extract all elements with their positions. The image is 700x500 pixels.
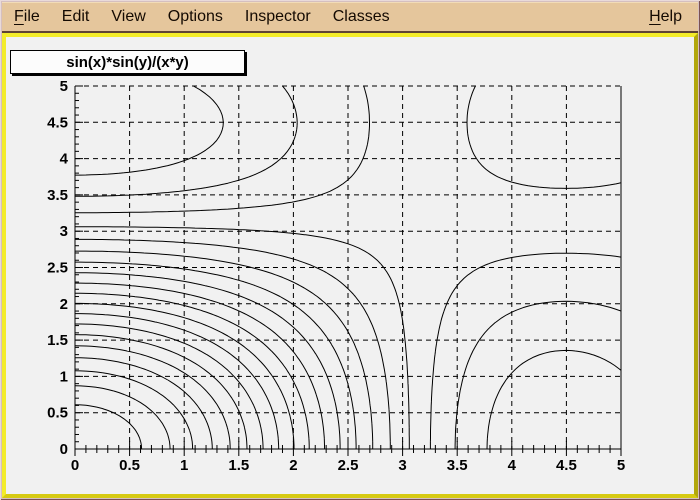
svg-text:3: 3 — [398, 457, 406, 474]
svg-text:3: 3 — [60, 223, 68, 240]
svg-text:1: 1 — [180, 457, 188, 474]
svg-text:0: 0 — [60, 441, 68, 458]
svg-text:2: 2 — [60, 296, 68, 313]
menu-edit[interactable]: Edit — [51, 2, 101, 31]
svg-text:3.5: 3.5 — [447, 457, 468, 474]
contour-plot[interactable]: 0 0.5 1 1.5 2 2.5 3 3.5 4 4.5 5 0 0.5 1 1.5 2 2.5 3 3.5 4 4.… — [6, 37, 694, 496]
menu-inspector[interactable]: Inspector — [234, 2, 322, 31]
svg-text:1.5: 1.5 — [47, 332, 68, 349]
root-canvas-window: File Edit View Options Inspector Classes… — [0, 0, 700, 500]
canvas-highlight-frame: 0 0.5 1 1.5 2 2.5 3 3.5 4 4.5 5 0 0.5 1 1.5 2 2.5 3 3.5 4 4.… — [2, 33, 698, 498]
menu-options[interactable]: Options — [157, 2, 234, 31]
menu-view[interactable]: View — [100, 2, 156, 31]
svg-text:5: 5 — [617, 457, 625, 474]
svg-text:2.5: 2.5 — [47, 260, 68, 277]
canvas-area[interactable]: 0 0.5 1 1.5 2 2.5 3 3.5 4 4.5 5 0 0.5 1 1.5 2 2.5 3 3.5 4 4.… — [6, 37, 694, 494]
svg-text:4.5: 4.5 — [556, 457, 577, 474]
svg-text:2: 2 — [289, 457, 297, 474]
svg-text:0: 0 — [71, 457, 79, 474]
svg-text:2.5: 2.5 — [338, 457, 359, 474]
svg-text:1.5: 1.5 — [228, 457, 249, 474]
menu-classes[interactable]: Classes — [322, 2, 401, 31]
svg-text:5: 5 — [60, 78, 68, 95]
svg-text:3.5: 3.5 — [47, 187, 68, 204]
svg-text:4: 4 — [60, 151, 69, 168]
menu-bar: File Edit View Options Inspector Classes… — [2, 2, 698, 31]
svg-text:0.5: 0.5 — [47, 405, 68, 422]
svg-text:4: 4 — [508, 457, 517, 474]
svg-text:0.5: 0.5 — [119, 457, 140, 474]
svg-text:4.5: 4.5 — [47, 114, 68, 131]
menu-file[interactable]: File — [2, 2, 51, 31]
menu-help[interactable]: Help — [638, 2, 698, 31]
plot-title-box[interactable]: sin(x)*sin(y)/(x*y) — [10, 50, 245, 74]
plot-title: sin(x)*sin(y)/(x*y) — [66, 54, 189, 71]
svg-text:1: 1 — [60, 368, 68, 385]
